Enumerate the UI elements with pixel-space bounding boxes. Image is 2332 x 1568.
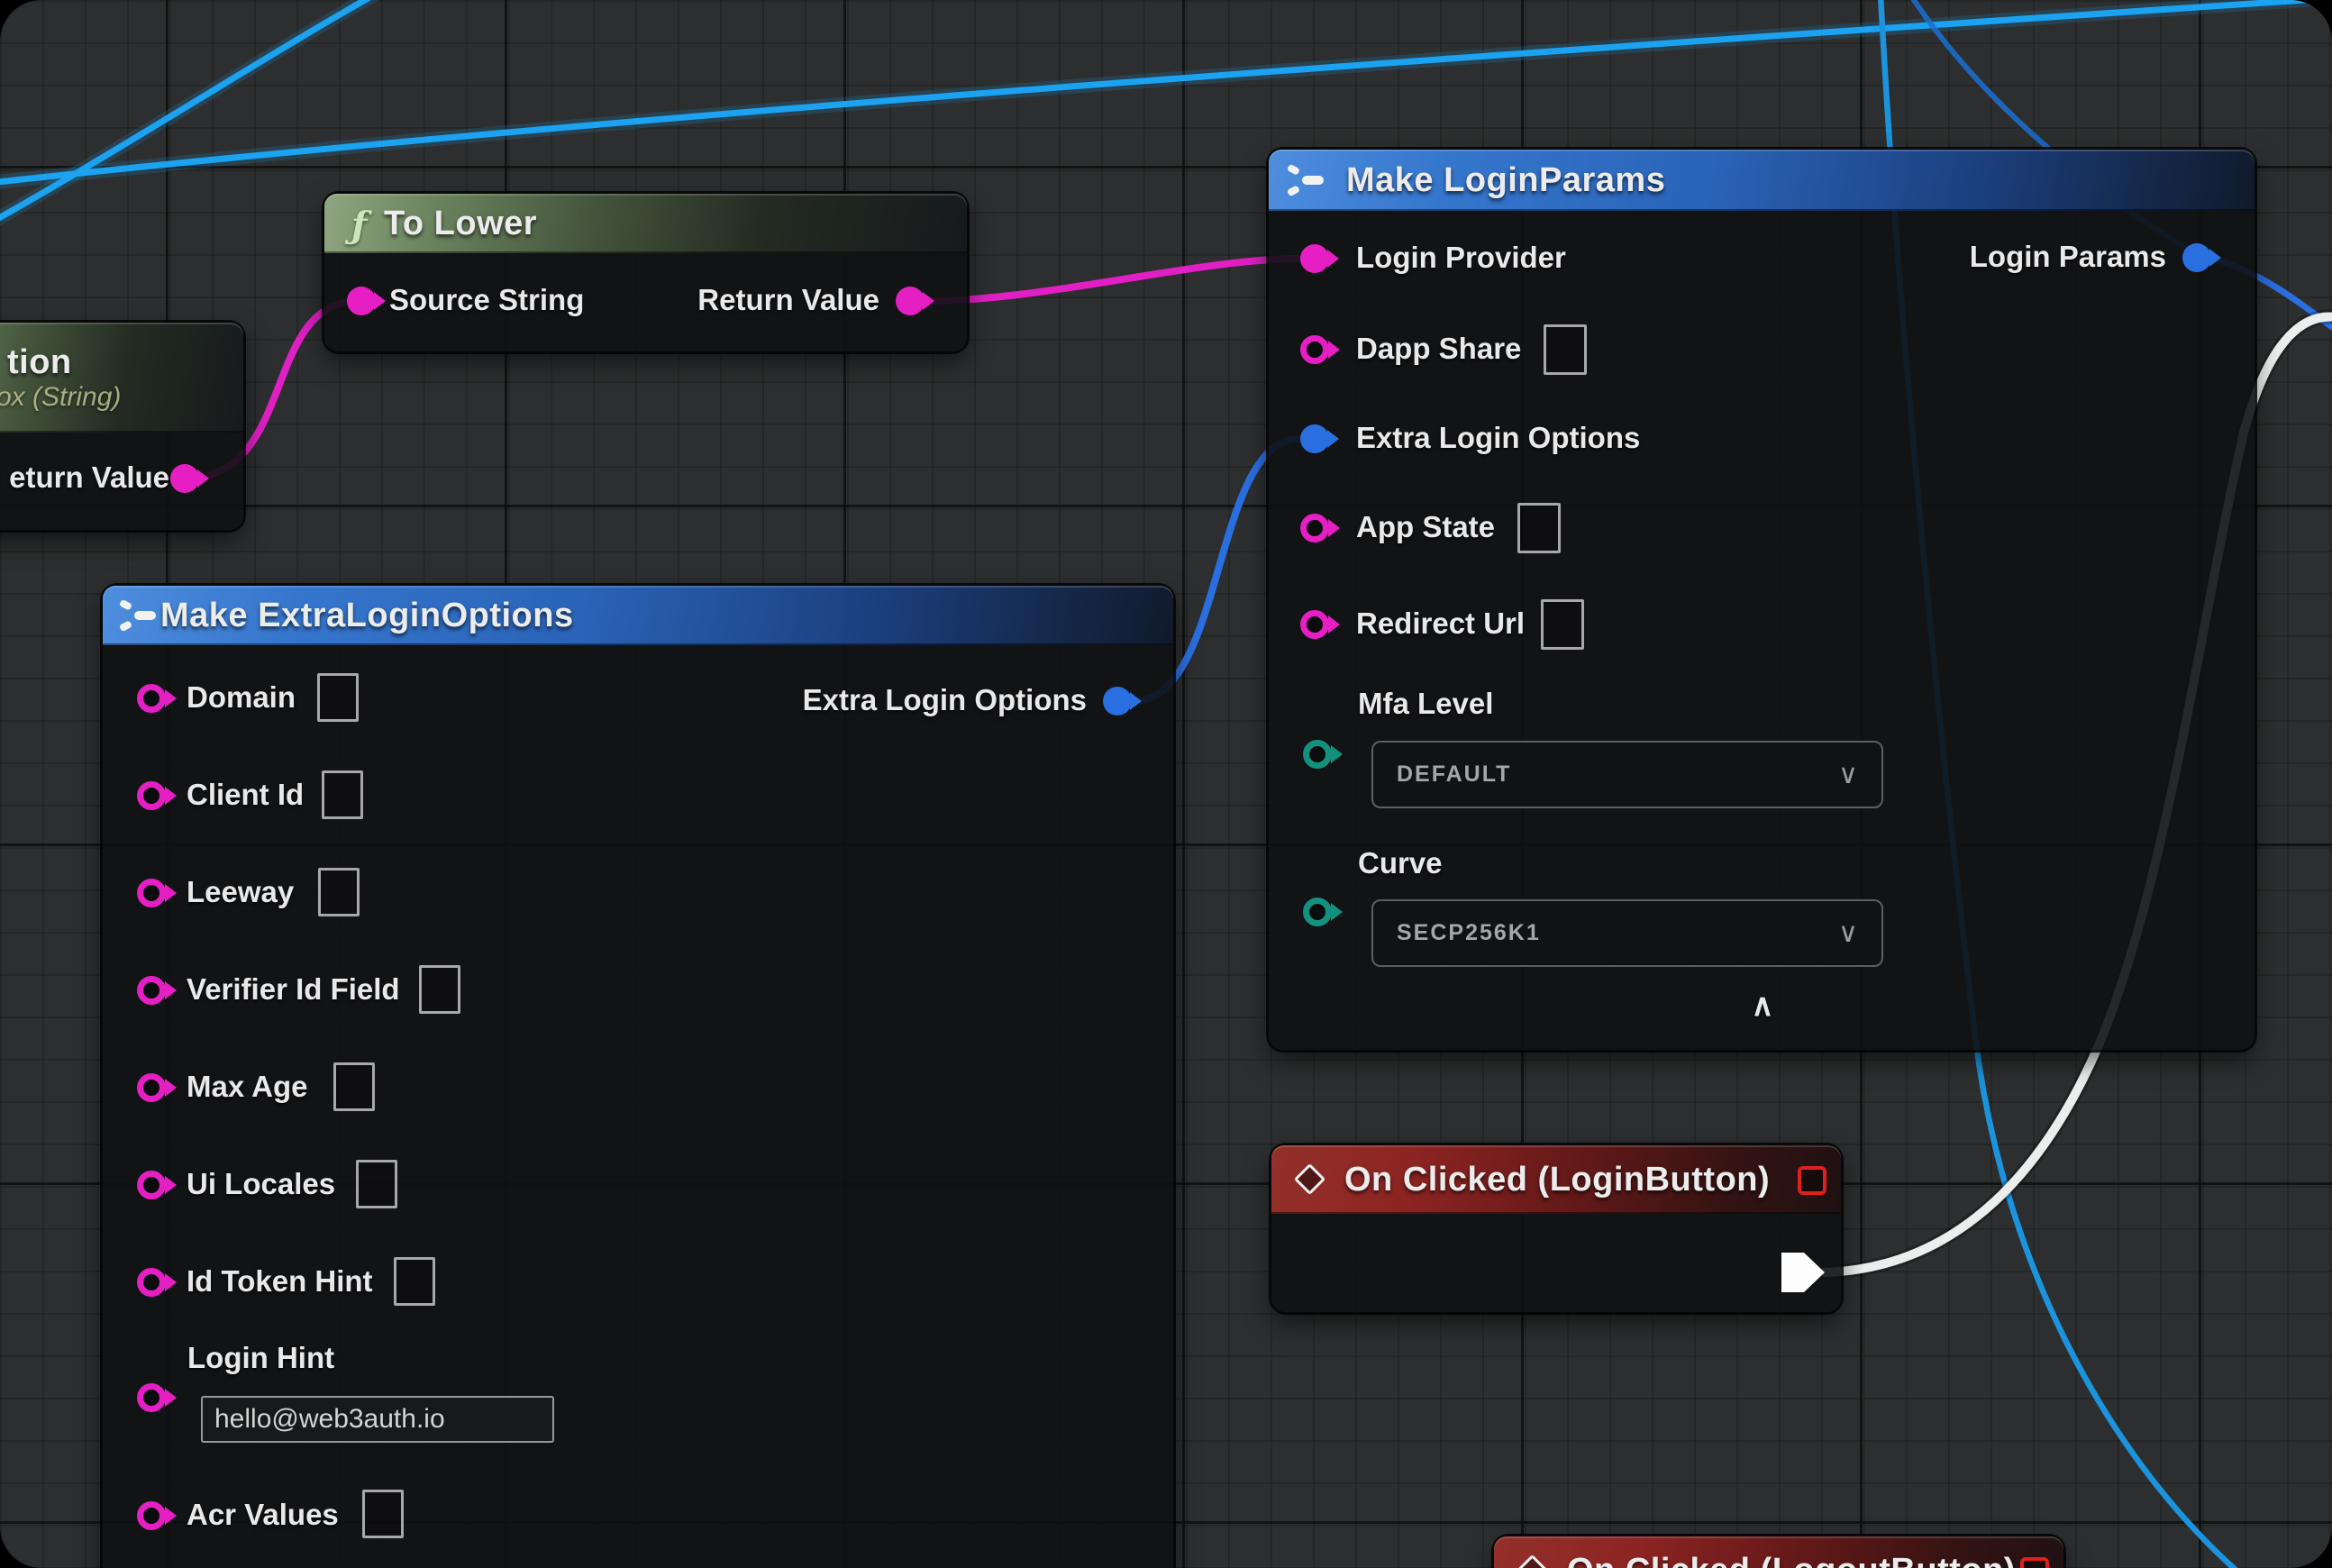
node-title: Make LoginParams bbox=[1346, 161, 1665, 200]
node-title: Make ExtraLoginOptions bbox=[160, 597, 574, 635]
event-diamond-icon bbox=[1517, 1554, 1548, 1568]
input-pin-client-id[interactable] bbox=[137, 781, 166, 810]
mfa-level-value: DEFAULT bbox=[1397, 761, 1511, 788]
chevron-down-icon: ∨ bbox=[1838, 759, 1858, 790]
node-to-lower-header[interactable]: ƒ To Lower bbox=[324, 194, 967, 253]
app-state-value-field[interactable] bbox=[1517, 503, 1561, 553]
input-pin-acr-values[interactable] bbox=[137, 1501, 166, 1530]
node-on-clicked-logout-header[interactable]: On Clicked (LogoutButton) bbox=[1494, 1536, 2063, 1568]
pin-label-ui-locales: Ui Locales bbox=[187, 1167, 335, 1201]
acr-values-value-field[interactable] bbox=[362, 1490, 404, 1538]
node-on-clicked-logout-button[interactable]: On Clicked (LogoutButton) bbox=[1494, 1536, 2063, 1568]
client-id-value-field[interactable] bbox=[322, 770, 363, 819]
pin-label-id-token-hint: Id Token Hint bbox=[187, 1264, 373, 1299]
input-pin-extra-login-options[interactable] bbox=[1300, 424, 1329, 453]
chevron-down-icon: ∨ bbox=[1838, 917, 1858, 949]
mfa-level-dropdown[interactable]: DEFAULT ∨ bbox=[1371, 741, 1883, 808]
pin-label-leeway: Leeway bbox=[187, 875, 294, 909]
output-pin-return-value[interactable] bbox=[896, 287, 925, 315]
pin-label-extra-login-options: Extra Login Options bbox=[1356, 421, 1640, 455]
output-pin-extra-login-options[interactable] bbox=[1103, 687, 1132, 716]
leeway-value-field[interactable] bbox=[318, 868, 360, 916]
pin-label-verifier-id-field: Verifier Id Field bbox=[187, 972, 400, 1007]
dapp-share-value-field[interactable] bbox=[1544, 324, 1587, 375]
pin-label-client-id: Client Id bbox=[187, 778, 304, 812]
input-pin-curve[interactable] bbox=[1303, 898, 1332, 926]
ui-locales-value-field[interactable] bbox=[356, 1160, 397, 1208]
delegate-pin[interactable] bbox=[2020, 1557, 2049, 1568]
node-title: To Lower bbox=[384, 205, 537, 243]
node-title: On Clicked (LoginButton) bbox=[1344, 1161, 1770, 1199]
input-pin-verifier-id-field[interactable] bbox=[137, 976, 166, 1005]
pin-label-return-value: Return Value bbox=[697, 283, 879, 317]
login-hint-value: hello@web3auth.io bbox=[214, 1404, 445, 1435]
login-hint-text-input[interactable]: hello@web3auth.io bbox=[201, 1396, 554, 1443]
max-age-value-field[interactable] bbox=[333, 1062, 375, 1111]
id-token-hint-value-field[interactable] bbox=[394, 1257, 435, 1306]
wire-pink-tolower-to-provider[interactable] bbox=[926, 259, 1299, 301]
domain-value-field[interactable] bbox=[317, 673, 359, 722]
output-pin-return-value[interactable] bbox=[170, 464, 199, 493]
pin-label-acr-values: Acr Values bbox=[187, 1498, 339, 1532]
curve-dropdown[interactable]: SECP256K1 ∨ bbox=[1371, 899, 1883, 967]
input-pin-mfa-level[interactable] bbox=[1303, 740, 1332, 769]
input-pin-login-hint[interactable] bbox=[137, 1383, 166, 1412]
input-pin-leeway[interactable] bbox=[137, 879, 166, 907]
node-title: On Clicked (LogoutButton) bbox=[1567, 1552, 2016, 1568]
pin-label-login-provider: Login Provider bbox=[1356, 241, 1566, 275]
pin-label-login-hint: Login Hint bbox=[187, 1341, 334, 1375]
input-pin-login-provider[interactable] bbox=[1300, 244, 1329, 273]
node-make-extra-header[interactable]: Make ExtraLoginOptions bbox=[103, 586, 1173, 645]
node-string-source-partial[interactable]: tion ox (String) eturn Value bbox=[0, 323, 243, 530]
input-pin-ui-locales[interactable] bbox=[137, 1171, 166, 1199]
redirect-url-value-field[interactable] bbox=[1541, 599, 1584, 650]
node-make-login-params-header[interactable]: Make LoginParams bbox=[1269, 150, 2255, 211]
node-to-lower[interactable]: ƒ To Lower Source String Return Value bbox=[324, 194, 967, 351]
pin-label-dapp-share: Dapp Share bbox=[1356, 332, 1521, 366]
collapse-node-button[interactable]: ∧ bbox=[1735, 986, 1790, 1026]
input-pin-redirect-url[interactable] bbox=[1300, 610, 1329, 639]
pin-label-return-value: eturn Value bbox=[9, 460, 169, 495]
input-pin-id-token-hint[interactable] bbox=[137, 1268, 166, 1297]
make-struct-icon bbox=[119, 599, 159, 632]
input-pin-app-state[interactable] bbox=[1300, 514, 1329, 542]
function-f-icon: ƒ bbox=[351, 205, 367, 247]
input-pin-domain[interactable] bbox=[137, 684, 166, 713]
curve-value: SECP256K1 bbox=[1397, 920, 1541, 946]
pin-label-max-age: Max Age bbox=[187, 1070, 307, 1104]
pin-label-domain: Domain bbox=[187, 680, 296, 715]
pin-label-login-params-out: Login Params bbox=[1970, 240, 2166, 274]
delegate-pin[interactable] bbox=[1798, 1166, 1826, 1195]
pin-label-source-string: Source String bbox=[389, 283, 584, 317]
pin-label-app-state: App State bbox=[1356, 510, 1495, 544]
verifier-id-field-value-field[interactable] bbox=[419, 965, 460, 1014]
make-struct-icon bbox=[1287, 164, 1326, 196]
input-pin-dapp-share[interactable] bbox=[1300, 335, 1329, 364]
node-on-clicked-login-header[interactable]: On Clicked (LoginButton) bbox=[1271, 1145, 1841, 1214]
output-pin-login-params[interactable] bbox=[2182, 243, 2211, 272]
node-on-clicked-login-button[interactable]: On Clicked (LoginButton) bbox=[1271, 1145, 1841, 1312]
pin-label-redirect-url: Redirect Url bbox=[1356, 606, 1525, 641]
pin-label-mfa-level: Mfa Level bbox=[1358, 687, 1493, 721]
event-diamond-icon bbox=[1294, 1163, 1325, 1195]
blueprint-editor-screenshot: tion ox (String) eturn Value ƒ To Lower … bbox=[0, 0, 2332, 1568]
input-pin-max-age[interactable] bbox=[137, 1073, 166, 1102]
node-title: tion bbox=[7, 343, 72, 382]
exec-output-pin[interactable] bbox=[1781, 1253, 1825, 1292]
node-make-login-params[interactable]: Make LoginParams Login Params Login Prov… bbox=[1269, 150, 2255, 1050]
pin-label-extra-login-options-out: Extra Login Options bbox=[803, 683, 1087, 717]
input-pin-source-string[interactable] bbox=[347, 287, 376, 315]
node-subtitle: ox (String) bbox=[0, 382, 121, 413]
node-string-source-header[interactable]: tion ox (String) bbox=[0, 323, 243, 433]
pin-label-curve: Curve bbox=[1358, 846, 1443, 880]
blueprint-graph-canvas[interactable]: tion ox (String) eturn Value ƒ To Lower … bbox=[0, 0, 2332, 1568]
node-make-extra-login-options[interactable]: Make ExtraLoginOptions Extra Login Optio… bbox=[103, 586, 1173, 1568]
